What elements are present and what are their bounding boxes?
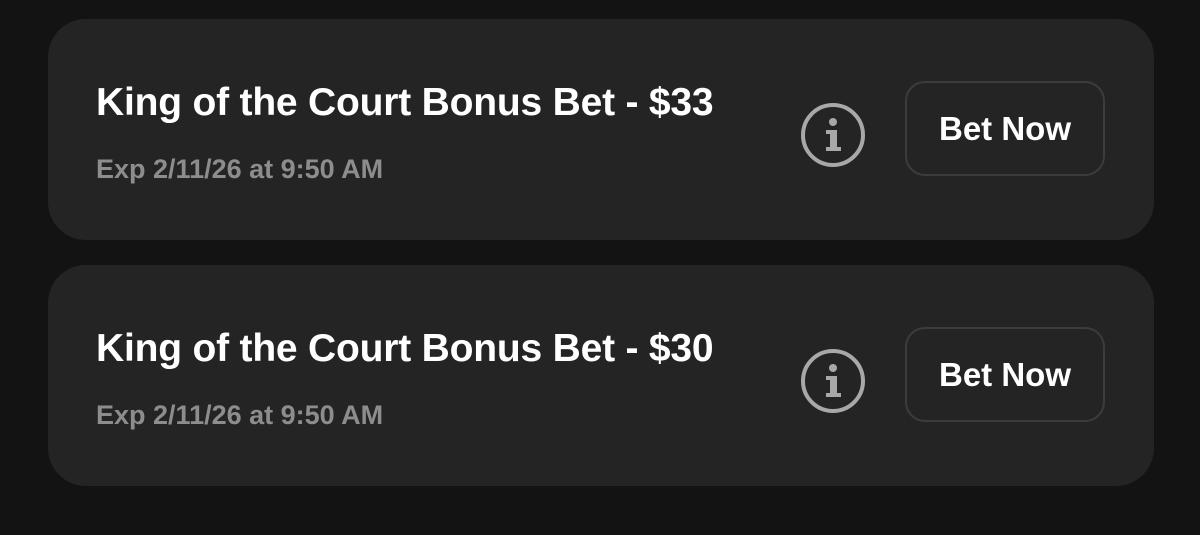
bonus-bet-card: King of the Court Bonus Bet - $33 Exp 2/…: [48, 19, 1154, 240]
bonus-bet-expiry: Exp 2/11/26 at 9:50 AM: [96, 400, 384, 430]
bonus-bet-expiry: Exp 2/11/26 at 9:50 AM: [96, 154, 384, 184]
bonus-bet-card: King of the Court Bonus Bet - $30 Exp 2/…: [48, 265, 1154, 486]
bonus-bet-list: King of the Court Bonus Bet - $33 Exp 2/…: [48, 19, 1154, 486]
info-icon[interactable]: [800, 102, 866, 168]
bonus-bet-title: King of the Court Bonus Bet - $30: [96, 327, 714, 370]
info-icon[interactable]: [800, 348, 866, 414]
bonus-bet-title: King of the Court Bonus Bet - $33: [96, 81, 714, 124]
bet-now-button[interactable]: Bet Now: [905, 81, 1105, 176]
bet-now-button[interactable]: Bet Now: [905, 327, 1105, 422]
